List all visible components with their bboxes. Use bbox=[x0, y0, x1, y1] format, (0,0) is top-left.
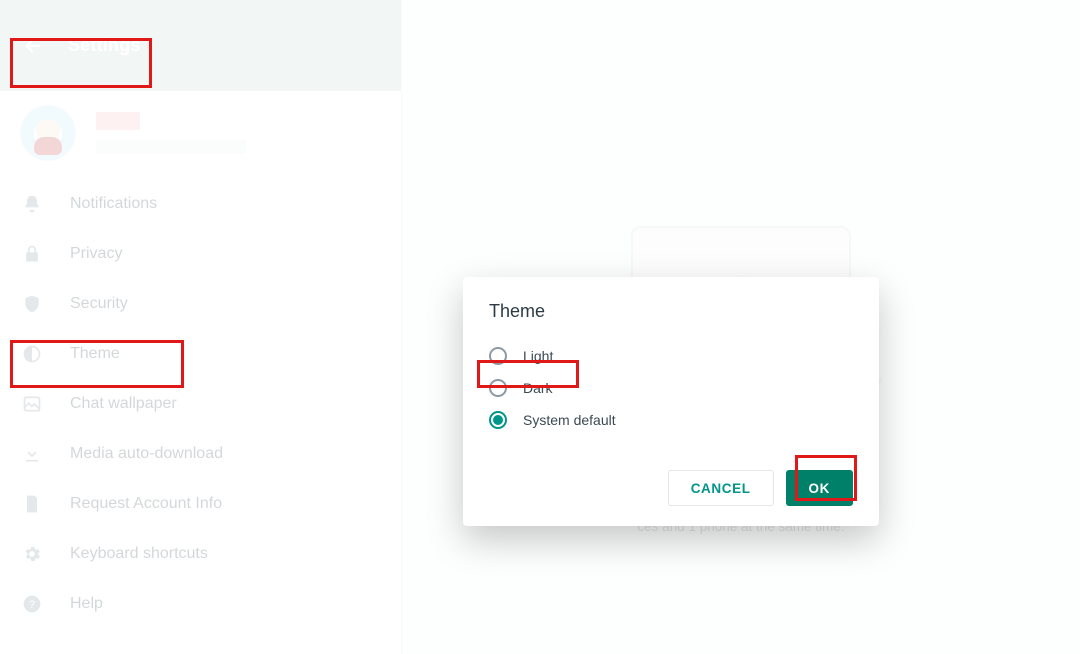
modal-actions: CANCEL OK bbox=[489, 470, 853, 506]
modal-title: Theme bbox=[489, 301, 853, 322]
theme-option-dark[interactable]: Dark bbox=[489, 372, 853, 404]
option-label: Light bbox=[523, 348, 553, 364]
option-label: Dark bbox=[523, 380, 553, 396]
radio-icon bbox=[489, 379, 507, 397]
radio-icon bbox=[489, 347, 507, 365]
theme-option-light[interactable]: Light bbox=[489, 340, 853, 372]
theme-option-system-default[interactable]: System default bbox=[489, 404, 853, 436]
radio-icon bbox=[489, 411, 507, 429]
ok-button[interactable]: OK bbox=[786, 470, 853, 506]
option-label: System default bbox=[523, 412, 616, 428]
cancel-button[interactable]: CANCEL bbox=[668, 470, 774, 506]
theme-modal: Theme Light Dark System default CANCEL O… bbox=[463, 277, 879, 526]
